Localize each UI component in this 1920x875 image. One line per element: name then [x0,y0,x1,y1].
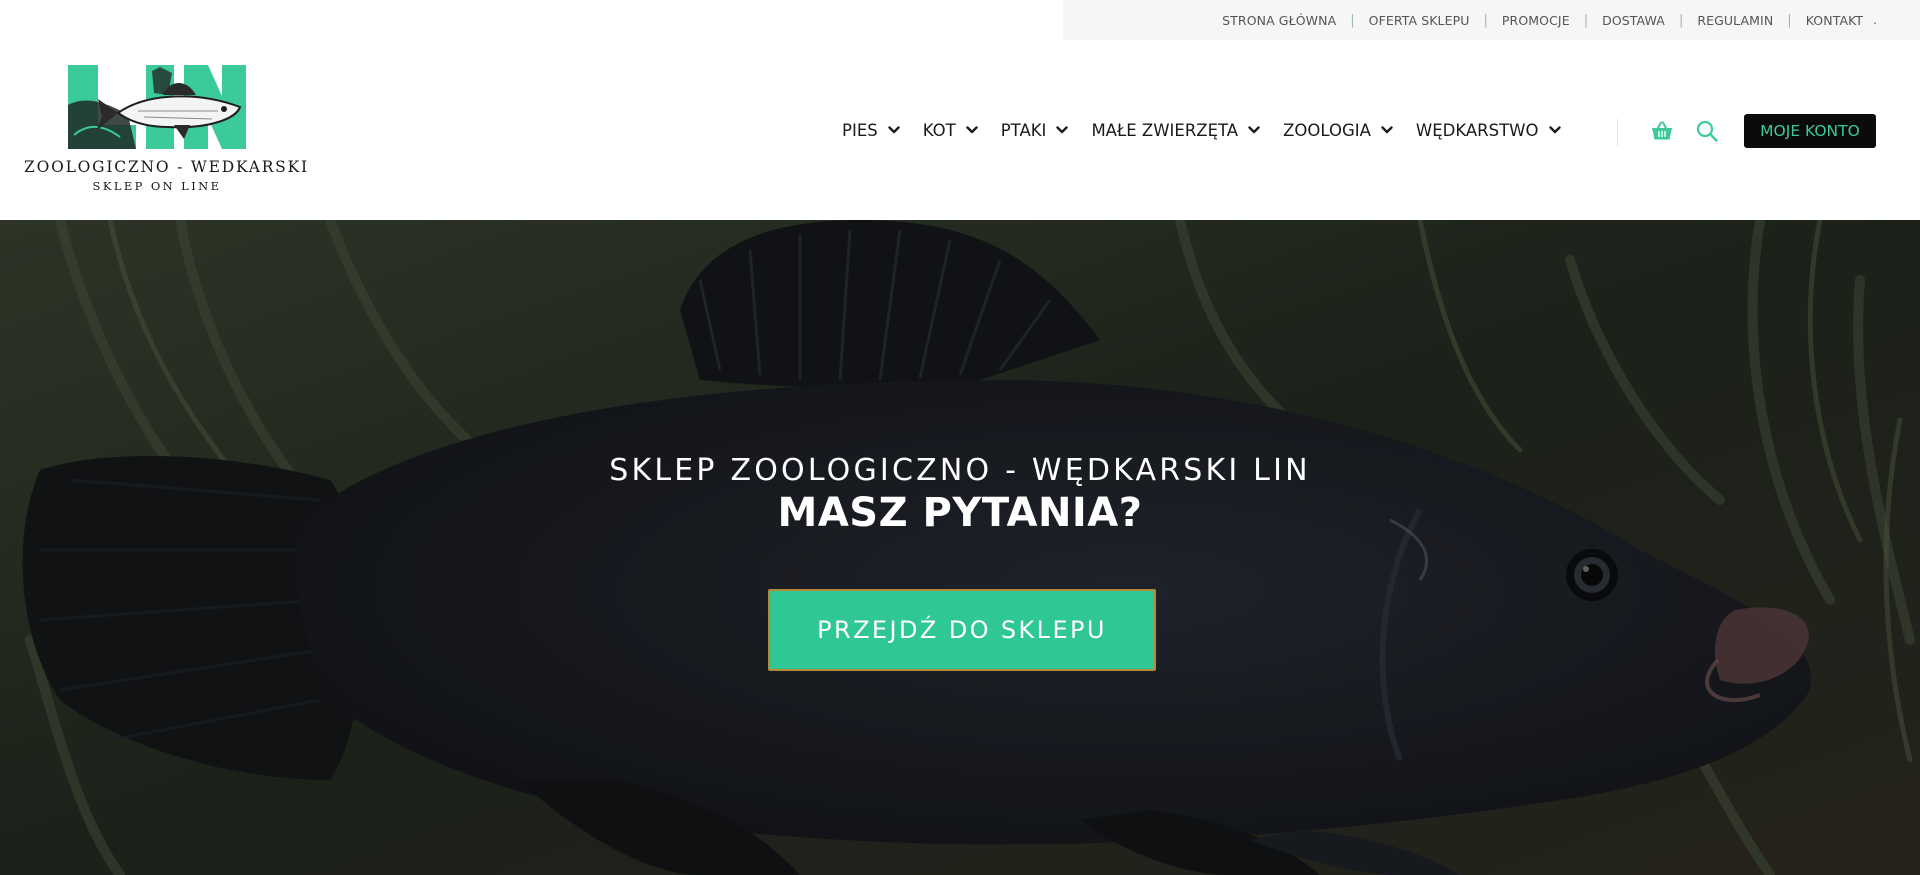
go-to-shop-button[interactable]: PRZEJDŹ DO SKLEPU [768,589,1156,671]
top-utility-bar: STRONA GŁÓWNA | OFERTA SKLEPU | PROMOCJE… [1063,0,1920,40]
main-navigation: PIES KOT PTAKI MAŁE ZWIERZĘTA ZOOLOGIA W… [842,114,1561,146]
chevron-down-icon [1548,126,1561,134]
my-account-button[interactable]: MOJE KONTO [1744,114,1876,148]
top-link-contact[interactable]: KONTAKT [1806,13,1863,28]
separator: | [1350,12,1355,28]
chevron-down-icon [1381,126,1393,134]
hero-banner: SKLEP ZOOLOGICZNO - WĘDKARSKI LIN MASZ P… [0,220,1920,875]
nav-item-zoology[interactable]: ZOOLOGIA [1283,121,1393,140]
site-header: ZOOLOGICZNO - WEDKARSKI SKLEP ON LINE PI… [0,40,1920,220]
nav-item-cats[interactable]: KOT [923,121,978,140]
separator: | [1483,12,1488,28]
chevron-down-icon [966,126,978,134]
nav-item-label: PIES [842,120,878,140]
nav-item-label: ZOOLOGIA [1283,120,1371,140]
nav-item-dogs[interactable]: PIES [842,121,900,140]
top-link-terms[interactable]: REGULAMIN [1697,13,1773,28]
hero-title: MASZ PYTANIA? [777,490,1143,536]
logo-title: ZOOLOGICZNO - WEDKARSKI [24,158,309,176]
top-link-promotions[interactable]: PROMOCJE [1502,13,1570,28]
separator: | [1787,12,1792,28]
nav-item-label: KOT [922,120,956,140]
trailing-dot: . [1873,13,1877,27]
top-link-delivery[interactable]: DOSTAWA [1602,13,1665,28]
separator: | [1678,12,1684,28]
separator: | [1583,12,1589,28]
basket-icon[interactable] [1651,121,1673,141]
chevron-down-icon [888,126,900,134]
nav-item-fishing[interactable]: WĘDKARSTWO [1416,121,1561,140]
hero-tagline: SKLEP ZOOLOGICZNO - WĘDKARSKI LIN [609,453,1311,488]
nav-item-label: PTAKI [1000,120,1047,140]
nav-item-label: WĘDKARSTWO [1415,120,1539,140]
nav-item-birds[interactable]: PTAKI [1001,121,1069,140]
chevron-down-icon [1248,126,1260,134]
top-link-home[interactable]: STRONA GŁÓWNA [1222,13,1336,28]
hero-background-tench-fish [0,220,1920,875]
top-link-offer[interactable]: OFERTA SKLEPU [1369,13,1470,28]
site-logo[interactable]: ZOOLOGICZNO - WEDKARSKI SKLEP ON LINE [24,65,309,200]
nav-divider [1617,119,1618,146]
hero-text: SKLEP ZOOLOGICZNO - WĘDKARSKI LIN MASZ P… [0,453,1920,536]
logo-subtitle: SKLEP ON LINE [92,179,222,193]
chevron-down-icon [1056,126,1069,134]
logo-lin-mark [68,65,246,149]
top-links: STRONA GŁÓWNA | OFERTA SKLEPU | PROMOCJE… [1222,0,1877,40]
nav-item-small-animals[interactable]: MAŁE ZWIERZĘTA [1091,121,1260,140]
search-icon[interactable] [1696,120,1718,142]
nav-item-label: MAŁE ZWIERZĘTA [1091,120,1239,140]
